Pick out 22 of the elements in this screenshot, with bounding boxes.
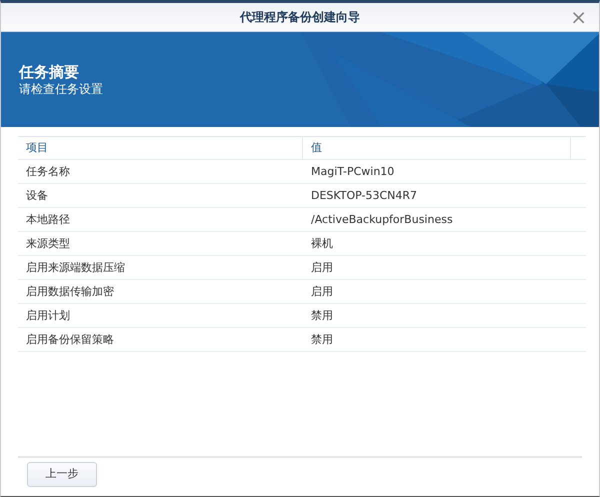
table-cell-text: 禁用 — [310, 308, 334, 324]
back-button[interactable]: 上一步 — [27, 462, 97, 486]
table-cell-text: 来源类型 — [25, 236, 71, 252]
table-cell-text: 启用计划 — [25, 308, 71, 324]
table-cell-text: 本地路径 — [25, 212, 71, 228]
window-title: 代理程序备份创建向导 — [240, 9, 360, 26]
table-cell-text: 禁用 — [310, 332, 334, 348]
table-cell-text: 启用来源端数据压缩 — [25, 260, 126, 276]
table-cell-text: 启用数据传输加密 — [25, 284, 115, 300]
table-cell-text: 设备 — [25, 188, 49, 204]
column-header[interactable]: 值 — [303, 137, 571, 159]
table-cell-text: MagiT-PCwin10 — [310, 164, 396, 180]
table-cell-text: 任务名称 — [25, 164, 71, 180]
banner-subtitle: 请检查任务设置 — [19, 81, 104, 98]
table-cell-text: 启用 — [310, 260, 334, 276]
table-cell-text: 启用备份保留策略 — [25, 332, 115, 348]
table-cell-text: DESKTOP-53CN4R7 — [310, 188, 418, 204]
column-header[interactable]: 项目 — [18, 137, 303, 159]
table-cell-text: 启用 — [310, 284, 334, 300]
banner-title: 任务摘要 — [19, 63, 80, 81]
table-cell-text: /ActiveBackupforBusiness — [310, 212, 454, 228]
table-cell-text: 裸机 — [310, 236, 334, 252]
